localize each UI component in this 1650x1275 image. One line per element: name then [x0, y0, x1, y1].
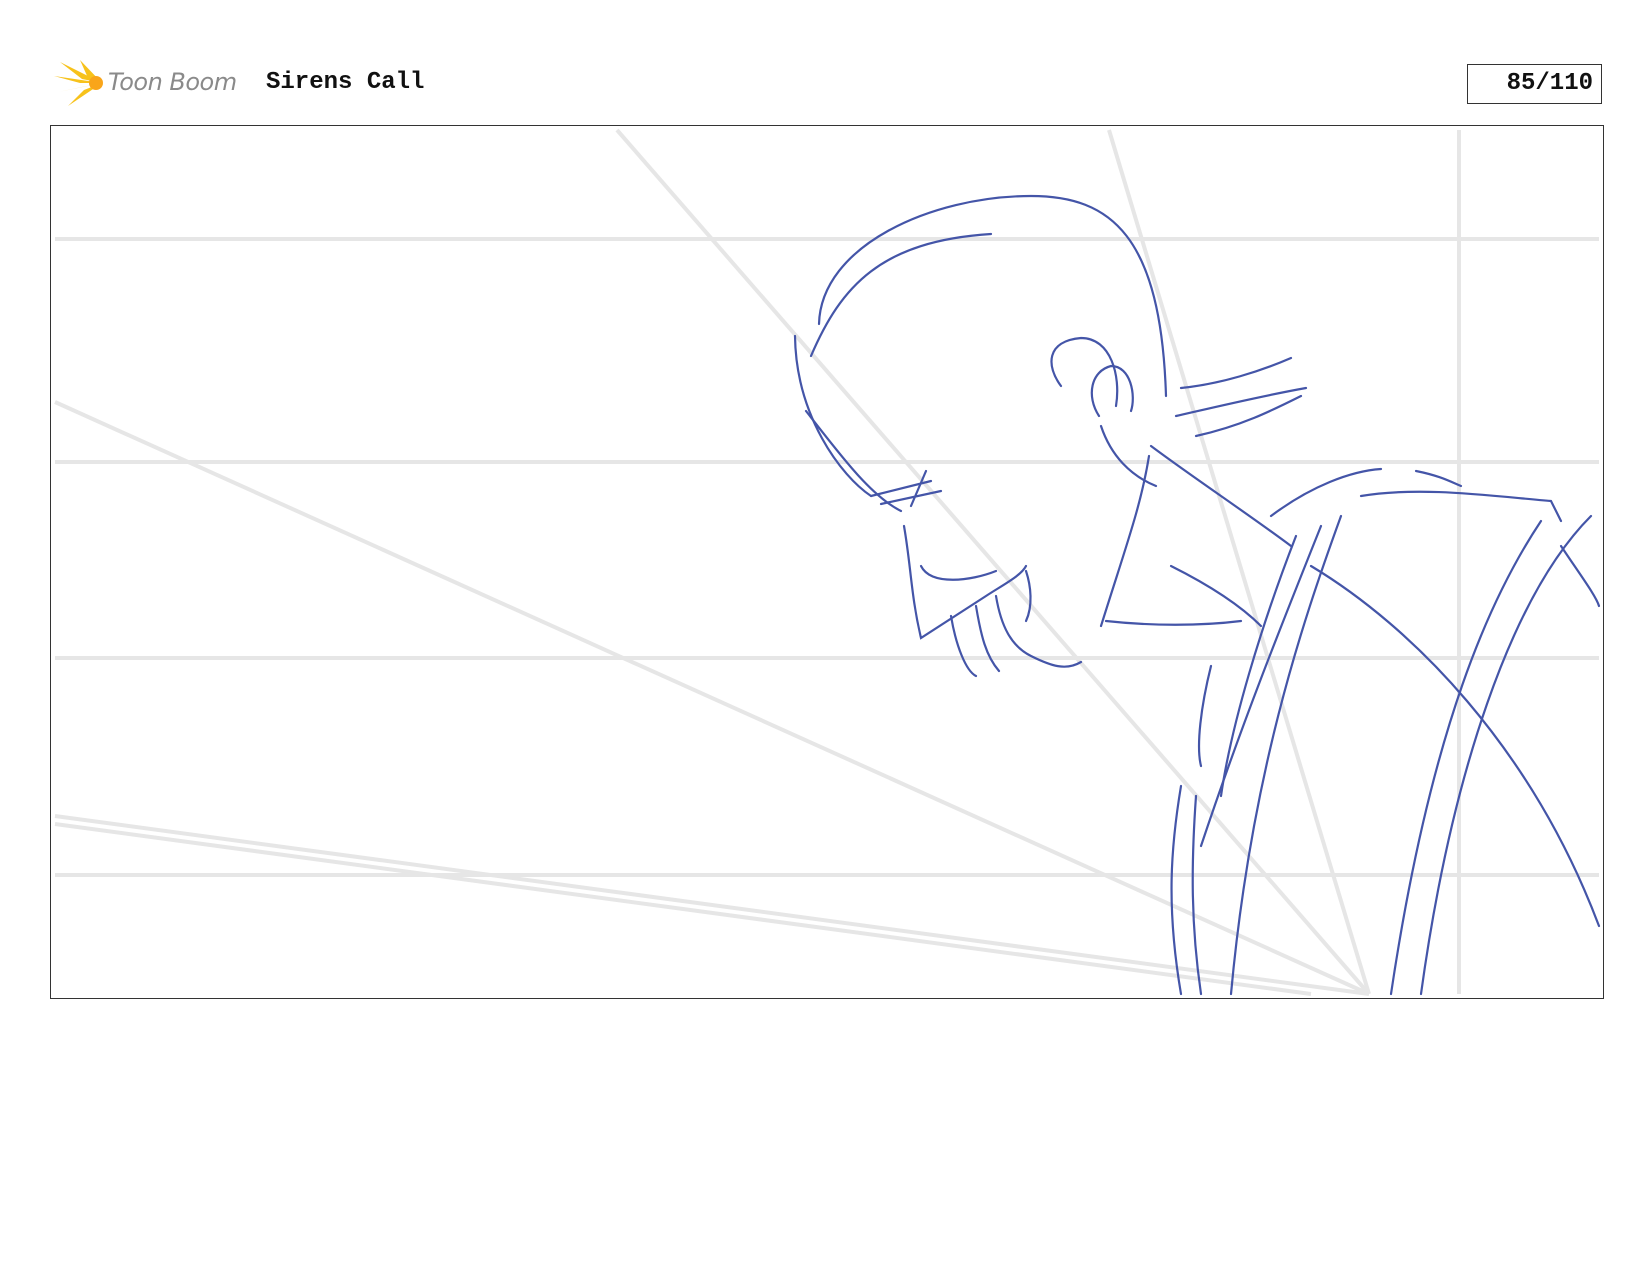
- panel-sketch: [54, 128, 1601, 996]
- page-counter: 85/110: [1467, 64, 1602, 104]
- logo-text: Toon Boom: [108, 68, 237, 96]
- storyboard-header: Toon Boom Sirens Call 85/110: [52, 56, 1604, 110]
- perspective-guides: [54, 128, 1599, 996]
- storyboard-panel: [50, 125, 1604, 999]
- toon-boom-burst-icon: [54, 60, 103, 106]
- toon-boom-logo: Toon Boom: [52, 56, 252, 110]
- project-title: Sirens Call: [266, 69, 425, 96]
